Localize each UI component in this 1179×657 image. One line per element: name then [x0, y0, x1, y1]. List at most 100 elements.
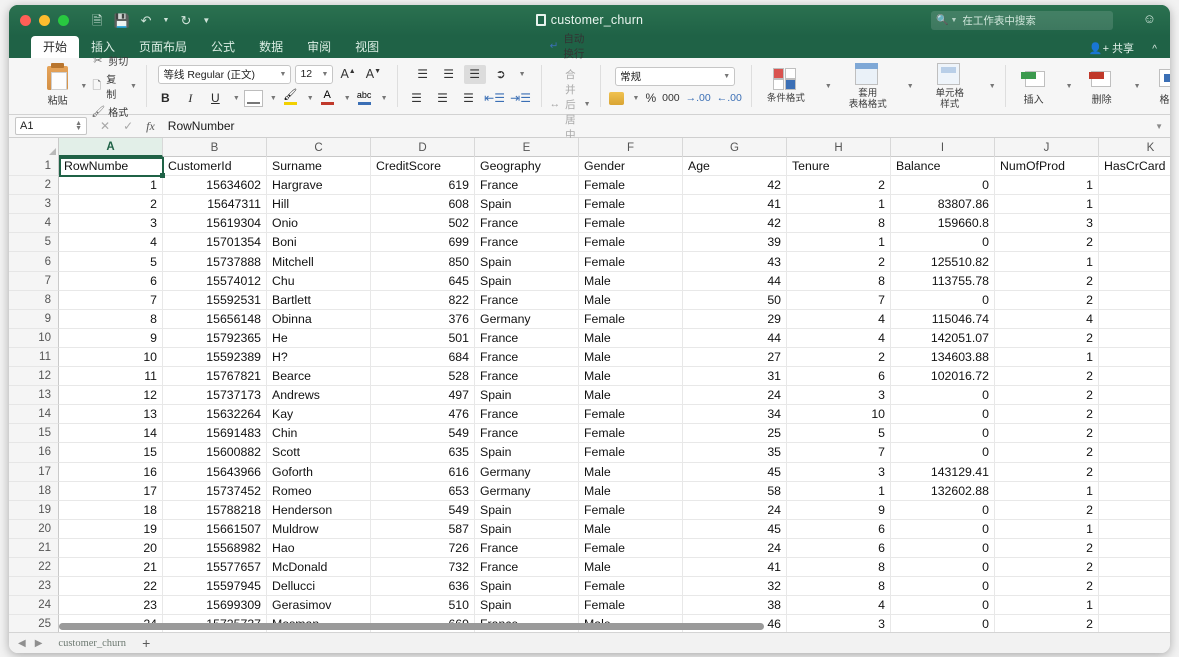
cell-K19[interactable]: 1: [1099, 501, 1170, 519]
cell-E3[interactable]: Spain: [475, 195, 579, 214]
row-header-14[interactable]: 14: [9, 405, 59, 425]
cell-D6[interactable]: 850: [371, 252, 475, 271]
cell-B9[interactable]: 15656148: [163, 309, 267, 328]
cell-C5[interactable]: Boni: [267, 233, 371, 252]
cell-K9[interactable]: 1: [1099, 310, 1170, 328]
cell-J5[interactable]: 2: [995, 233, 1099, 252]
cell-A6[interactable]: 5: [59, 252, 163, 271]
align-middle-button[interactable]: ☰: [438, 65, 460, 84]
cell-D16[interactable]: 635: [371, 443, 475, 462]
cell-I22[interactable]: 0: [891, 557, 995, 577]
cell-D5[interactable]: 699: [371, 233, 475, 252]
cell-I10[interactable]: 142051.07: [891, 328, 995, 347]
cell-C6[interactable]: Mitchell: [267, 252, 371, 271]
cell-E4[interactable]: France: [475, 214, 579, 233]
cell-E13[interactable]: Spain: [475, 386, 579, 405]
cell-B22[interactable]: 15577657: [163, 557, 267, 577]
cell-G21[interactable]: 24: [683, 538, 787, 557]
cell-I21[interactable]: 0: [891, 538, 995, 557]
cell-B8[interactable]: 15592531: [163, 290, 267, 309]
cell-I1[interactable]: Balance: [891, 157, 995, 176]
cell-E8[interactable]: France: [475, 290, 579, 309]
row-header-1[interactable]: 1: [9, 157, 59, 177]
cell-D2[interactable]: 619: [371, 176, 475, 195]
cell-F22[interactable]: Male: [579, 557, 683, 577]
align-top-button[interactable]: ☰: [412, 65, 434, 84]
cell-E11[interactable]: France: [475, 347, 579, 367]
cell-I19[interactable]: 0: [891, 500, 995, 519]
cell-F7[interactable]: Male: [579, 271, 683, 290]
cell-A8[interactable]: 7: [59, 290, 163, 309]
cell-C2[interactable]: Hargrave: [267, 176, 371, 195]
cell-J13[interactable]: 2: [995, 386, 1099, 405]
cell-E14[interactable]: France: [475, 405, 579, 424]
font-size-select[interactable]: 12 ▼: [295, 64, 334, 84]
cell-D15[interactable]: 549: [371, 424, 475, 443]
cell-J24[interactable]: 1: [995, 596, 1099, 615]
column-header-C[interactable]: C: [267, 138, 371, 157]
cell-G17[interactable]: 45: [683, 462, 787, 481]
cell-J6[interactable]: 1: [995, 252, 1099, 271]
cell-H23[interactable]: 8: [787, 577, 891, 596]
cell-J22[interactable]: 2: [995, 557, 1099, 577]
cell-A18[interactable]: 17: [59, 481, 163, 500]
cell-E1[interactable]: Geography: [475, 157, 579, 176]
cell-I20[interactable]: 0: [891, 519, 995, 538]
cell-G4[interactable]: 42: [683, 214, 787, 233]
phonetic-guide-button[interactable]: abc: [355, 89, 374, 108]
cell-I17[interactable]: 143129.41: [891, 462, 995, 481]
cell-J4[interactable]: 3: [995, 214, 1099, 233]
cell-A11[interactable]: 10: [59, 347, 163, 367]
cell-C24[interactable]: Gerasimov: [267, 596, 371, 615]
cell-B21[interactable]: 15568982: [163, 538, 267, 557]
row-header-8[interactable]: 8: [9, 290, 59, 310]
cell-B5[interactable]: 15701354: [163, 233, 267, 252]
italic-button[interactable]: I: [180, 89, 201, 108]
cell-I8[interactable]: 0: [891, 290, 995, 309]
cell-C8[interactable]: Bartlett: [267, 290, 371, 309]
column-header-J[interactable]: J: [995, 138, 1099, 157]
borders-button[interactable]: [243, 89, 263, 107]
merge-center-button[interactable]: ↔ 合并后居中 ▼: [550, 67, 591, 142]
cell-F1[interactable]: Gender: [579, 157, 683, 176]
underline-dropdown-icon[interactable]: ▼: [233, 95, 240, 102]
row-header-16[interactable]: 16: [9, 443, 59, 463]
column-header-I[interactable]: I: [891, 138, 995, 157]
cell-J7[interactable]: 2: [995, 271, 1099, 290]
cell-I5[interactable]: 0: [891, 233, 995, 252]
cell-F10[interactable]: Male: [579, 328, 683, 347]
cell-B16[interactable]: 15600882: [163, 443, 267, 462]
cell-C18[interactable]: Romeo: [267, 481, 371, 500]
cell-E19[interactable]: Spain: [475, 500, 579, 519]
confirm-icon[interactable]: ✓: [123, 119, 133, 133]
align-center-button[interactable]: ☰: [432, 89, 454, 108]
cell-B13[interactable]: 15737173: [163, 386, 267, 405]
conditional-formatting-dropdown-icon[interactable]: ▼: [825, 83, 832, 90]
column-header-F[interactable]: F: [579, 138, 683, 157]
cell-J2[interactable]: 1: [995, 176, 1099, 195]
row-header-10[interactable]: 10: [9, 328, 59, 348]
cell-D3[interactable]: 608: [371, 195, 475, 214]
insert-cells-button[interactable]: 插入: [1014, 67, 1054, 106]
cell-C3[interactable]: Hill: [267, 195, 371, 214]
cell-D21[interactable]: 726: [371, 538, 475, 557]
cell-I3[interactable]: 83807.86: [891, 195, 995, 214]
format-painter-button[interactable]: 🖌 格式: [91, 104, 137, 119]
cell-C14[interactable]: Kay: [267, 405, 371, 424]
cell-E7[interactable]: Spain: [475, 271, 579, 290]
phonetic-dropdown-icon[interactable]: ▼: [381, 95, 388, 102]
cell-G19[interactable]: 24: [683, 500, 787, 519]
cell-B11[interactable]: 15592389: [163, 347, 267, 367]
cell-I18[interactable]: 132602.88: [891, 481, 995, 500]
cancel-icon[interactable]: ✕: [100, 119, 110, 133]
name-box-spinner-icon[interactable]: ▲ ▼: [75, 120, 82, 132]
cell-G3[interactable]: 41: [683, 195, 787, 214]
cell-K3[interactable]: 0: [1099, 195, 1170, 213]
cell-B20[interactable]: 15661507: [163, 519, 267, 538]
cell-F17[interactable]: Male: [579, 462, 683, 481]
cell-I24[interactable]: 0: [891, 596, 995, 615]
font-color-button[interactable]: A: [318, 89, 337, 108]
cell-E16[interactable]: Spain: [475, 443, 579, 462]
cell-E23[interactable]: Spain: [475, 577, 579, 596]
orientation-dropdown-icon[interactable]: ▼: [519, 71, 526, 78]
